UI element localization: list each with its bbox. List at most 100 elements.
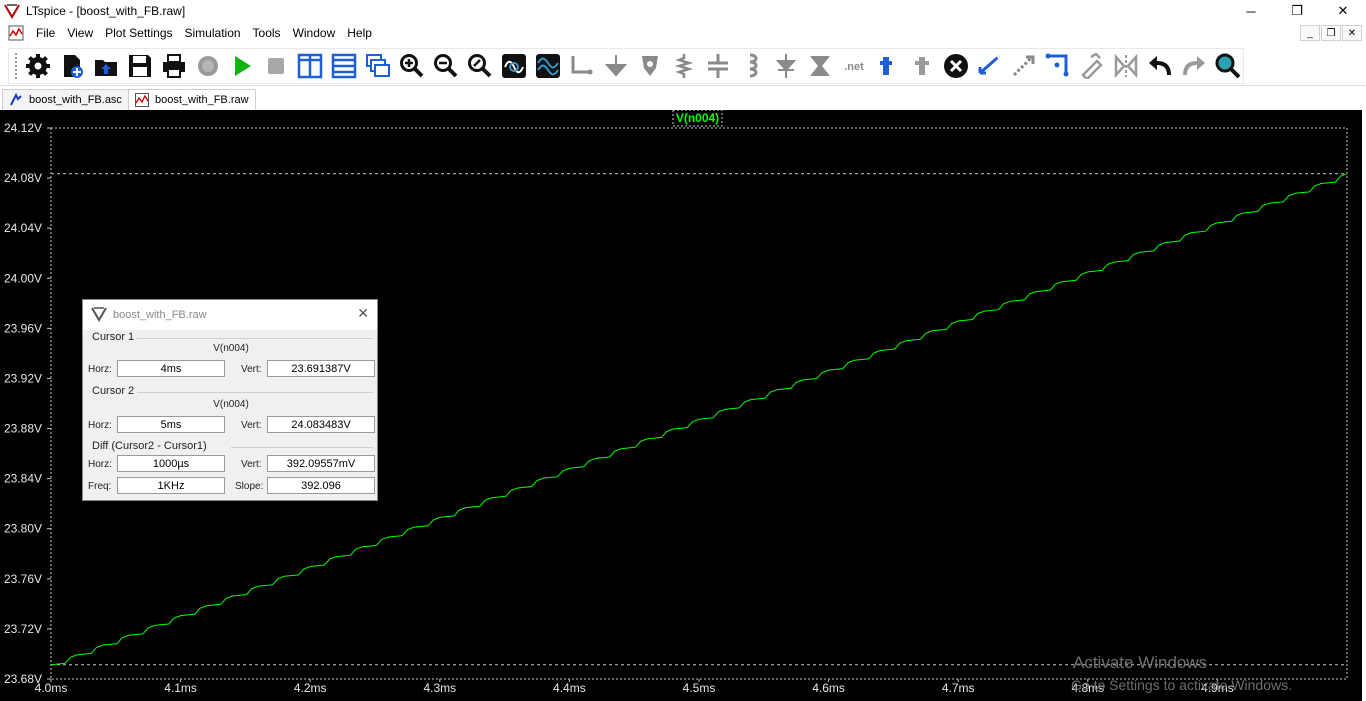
delete-button[interactable] [939, 49, 973, 83]
move-drag-button[interactable] [1007, 49, 1041, 83]
component-button[interactable] [803, 49, 837, 83]
ltspice-logo-icon [4, 4, 20, 19]
mdi-close-button[interactable]: ✕ [1342, 25, 1362, 41]
menu-view[interactable]: View [61, 25, 99, 41]
trace-label[interactable]: V(n004) [676, 111, 719, 125]
x-tick-label: 4.0ms [35, 681, 68, 695]
minimize-button[interactable]: ─ [1228, 0, 1274, 22]
resistor-icon [674, 54, 694, 78]
cursor2-vert-field[interactable]: 24.083483V [267, 416, 375, 433]
zoom-fit-button[interactable] [463, 49, 497, 83]
dialog-title: boost_with_FB.raw [113, 309, 207, 321]
duplicate-button[interactable] [973, 49, 1007, 83]
tile-vertical-button[interactable] [293, 49, 327, 83]
cursor1-vert-label: Vert: [241, 364, 262, 375]
x-tick-label: 4.7ms [942, 681, 975, 695]
find-button[interactable] [1211, 49, 1245, 83]
cascade-icon [366, 54, 390, 77]
open-icon [95, 60, 117, 76]
undo-button[interactable] [1143, 49, 1177, 83]
diff-vert-label: Vert: [241, 459, 262, 470]
capacitor-button[interactable] [701, 49, 735, 83]
inductor-button[interactable] [735, 49, 769, 83]
tab-label: boost_with_FB.asc [29, 94, 122, 106]
toolbar-buttons: .net [8, 48, 1244, 84]
cursor1-separator [137, 338, 373, 339]
diff-freq-field[interactable]: 1KHz [117, 477, 225, 494]
activation-watermark-title: Activate Windows [1073, 653, 1208, 672]
toolbar-grip[interactable] [15, 53, 17, 79]
cursor1-horz-field[interactable]: 4ms [117, 360, 225, 377]
y-tick-label: 23.84V [4, 472, 42, 486]
undo-icon [1149, 56, 1171, 76]
duplicate-icon [978, 54, 1001, 75]
cursor1-vert-field[interactable]: 23.691387V [267, 360, 375, 377]
x-tick-label: 4.5ms [683, 681, 716, 695]
menu-items: File View Plot Settings Simulation Tools… [30, 25, 378, 41]
print-button[interactable] [157, 49, 191, 83]
mirror-button[interactable] [1109, 49, 1143, 83]
rotate-icon [1081, 53, 1103, 79]
schematic-icon [10, 93, 22, 106]
x-tick-label: 4.1ms [164, 681, 197, 695]
autorange-icon [502, 54, 526, 78]
tile-horizontal-icon [331, 53, 357, 79]
label-button[interactable] [633, 49, 667, 83]
zoom-out-button[interactable] [429, 49, 463, 83]
print-icon [163, 54, 185, 78]
y-tick-label: 23.88V [4, 422, 42, 436]
menu-simulation[interactable]: Simulation [179, 25, 247, 41]
halt-button[interactable] [191, 49, 225, 83]
menu-help[interactable]: Help [341, 25, 378, 41]
open-button[interactable] [89, 49, 123, 83]
cascade-button[interactable] [361, 49, 395, 83]
wire-button[interactable] [565, 49, 599, 83]
tile-horizontal-button[interactable] [327, 49, 361, 83]
autorange-button[interactable] [497, 49, 531, 83]
diode-button[interactable] [769, 49, 803, 83]
document-waveform-icon [8, 25, 24, 41]
spice-directive-icon: .net [842, 57, 866, 75]
menu-window[interactable]: Window [287, 25, 342, 41]
save-button[interactable] [123, 49, 157, 83]
spice-directive-button[interactable]: .net [837, 49, 871, 83]
stop-button[interactable] [259, 49, 293, 83]
text-button[interactable] [871, 49, 905, 83]
maximize-button[interactable]: ❐ [1274, 0, 1320, 22]
resistor-button[interactable] [667, 49, 701, 83]
activation-watermark-text: Go to Settings to activate Windows. [1071, 677, 1292, 693]
mdi-minimize-button[interactable]: _ [1300, 25, 1320, 41]
redo-button[interactable] [1177, 49, 1211, 83]
svg-text:.net: .net [844, 61, 864, 73]
tile-vertical-icon [297, 53, 323, 79]
label-icon [642, 56, 658, 76]
close-button[interactable]: ✕ [1320, 0, 1366, 22]
rotate-button[interactable] [1075, 49, 1109, 83]
drag-button[interactable] [1041, 49, 1075, 83]
settings-icon [26, 54, 50, 78]
new-schematic-button[interactable] [55, 49, 89, 83]
diff-horz-field[interactable]: 1000µs [117, 455, 225, 472]
ground-icon [604, 55, 628, 77]
move-button[interactable] [905, 49, 939, 83]
dialog-title-bar[interactable]: boost_with_FB.raw ✕ [83, 300, 377, 330]
mdi-restore-button[interactable]: ❐ [1321, 25, 1341, 41]
title-bar: LTspice - [boost_with_FB.raw] ─ ❐ ✕ [0, 0, 1366, 22]
diff-vert-field[interactable]: 392.09557mV [267, 455, 375, 472]
settings-button[interactable] [21, 49, 55, 83]
waveform-button[interactable] [531, 49, 565, 83]
run-button[interactable] [225, 49, 259, 83]
cursor2-horz-field[interactable]: 5ms [117, 416, 225, 433]
cursor-readout-dialog[interactable]: boost_with_FB.raw ✕ Cursor 1 V(n004) Hor… [82, 299, 378, 501]
zoom-in-button[interactable] [395, 49, 429, 83]
dialog-close-button[interactable]: ✕ [357, 305, 369, 322]
mirror-icon [1114, 53, 1138, 79]
tab-schematic[interactable]: boost_with_FB.asc [2, 89, 129, 110]
diff-slope-field[interactable]: 392.096 [267, 477, 375, 494]
menu-tools[interactable]: Tools [247, 25, 287, 41]
menu-file[interactable]: File [30, 25, 61, 41]
tab-waveform[interactable]: boost_with_FB.raw [128, 89, 256, 110]
ground-button[interactable] [599, 49, 633, 83]
menu-plot-settings[interactable]: Plot Settings [99, 25, 178, 41]
diff-separator [231, 447, 373, 448]
